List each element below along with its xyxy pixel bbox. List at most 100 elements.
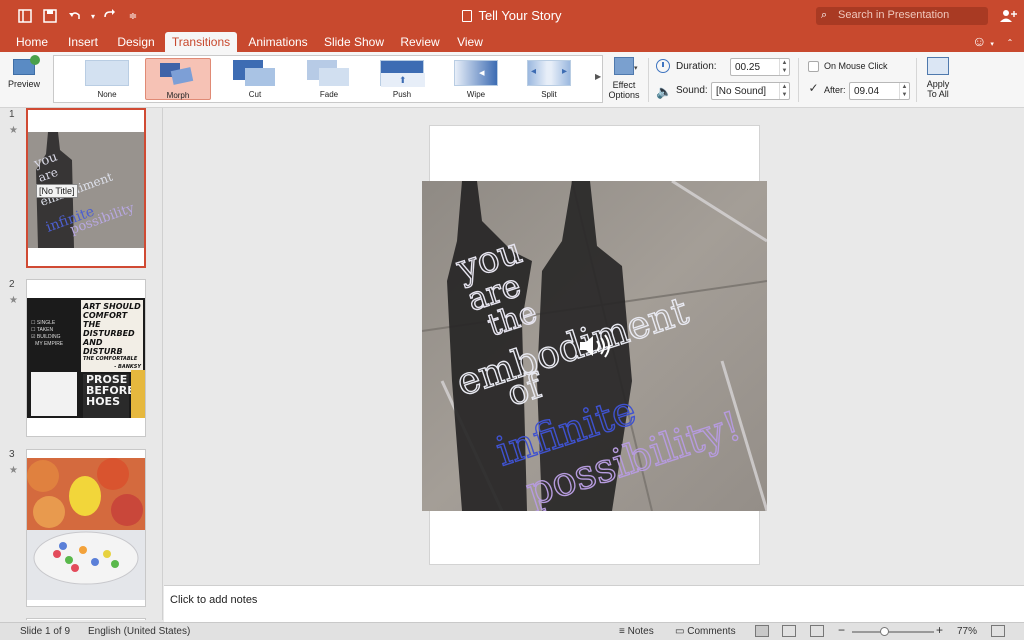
zoom-slider-handle[interactable] xyxy=(879,627,889,636)
slide-2-text: AND DISTURB xyxy=(83,338,123,356)
preview-button[interactable]: Preview xyxy=(6,55,42,103)
ribbon-divider xyxy=(648,58,649,102)
smiley-feedback-icon[interactable]: ☺ ▾ xyxy=(968,32,998,52)
after-stepper[interactable]: ▲ ▼ xyxy=(899,83,909,99)
slide-number: 2 xyxy=(9,279,15,290)
sound-icon: 🔈 xyxy=(656,84,673,99)
title-bar: ▾ ≑ Tell Your Story ⌕ Search in Presenta… xyxy=(0,0,1024,32)
duration-stepper[interactable]: ▲ ▼ xyxy=(779,59,789,75)
cut-transition-icon xyxy=(233,60,277,86)
duration-input[interactable]: 00.25 ▲ ▼ xyxy=(730,58,790,76)
none-transition-icon xyxy=(85,60,129,86)
slide-2-text: SINGLE xyxy=(36,320,56,326)
tab-transitions[interactable]: Transitions xyxy=(165,32,237,52)
slide-2-text: HOES xyxy=(86,395,120,408)
transition-wipe[interactable]: ◂ Wipe xyxy=(443,58,509,100)
customize-icon[interactable]: ≑ xyxy=(124,7,142,25)
tab-design[interactable]: Design xyxy=(112,32,160,52)
slide-number: 3 xyxy=(9,449,15,460)
slide-2-text: BUILDING xyxy=(36,334,61,340)
duration-label: Duration: xyxy=(676,61,717,72)
zoom-level[interactable]: 77% xyxy=(957,626,977,637)
zoom-slider[interactable] xyxy=(852,631,934,633)
after-input[interactable]: 09.04 ▲ ▼ xyxy=(849,82,910,100)
comments-icon: ▭ xyxy=(675,626,685,637)
effect-options-icon xyxy=(614,57,634,75)
slide-editor[interactable]: you are the embodiment of infinite possi… xyxy=(164,108,1024,585)
on-mouse-click-checkbox[interactable] xyxy=(808,61,819,72)
transition-gallery: None Morph Cut Fade ⬆ Push ◂ Wipe ◂ ▸ Sp… xyxy=(53,55,603,103)
notes-icon: ≡ xyxy=(619,626,625,637)
tab-animations[interactable]: Animations xyxy=(244,32,312,52)
notes-pane[interactable]: Click to add notes xyxy=(164,585,1024,622)
transition-star-icon: ★ xyxy=(9,295,18,306)
tab-slide-show[interactable]: Slide Show xyxy=(320,32,388,52)
transition-split[interactable]: ◂ ▸ Split xyxy=(516,58,582,100)
zoom-out-icon[interactable]: − xyxy=(838,623,845,637)
slide-thumbnails-panel[interactable]: 1 ★ you are embodiment infinite possibil… xyxy=(0,108,163,620)
slide-count: Slide 1 of 9 xyxy=(20,626,71,637)
transition-star-icon: ★ xyxy=(9,125,18,136)
slide-2-text: COMFORT THE xyxy=(83,311,128,329)
slide-thumbnail-4[interactable] xyxy=(26,618,146,620)
slide-2-text: DISTURBED xyxy=(83,329,135,338)
clock-icon xyxy=(656,59,670,73)
preview-icon xyxy=(13,55,40,75)
on-mouse-click-label: On Mouse Click xyxy=(824,61,888,71)
slide-2-text: TAKEN xyxy=(36,327,54,333)
sound-dropdown-icon[interactable]: ▲ ▼ xyxy=(779,83,789,99)
tab-review[interactable]: Review xyxy=(396,32,444,52)
sound-label: Sound: xyxy=(676,85,708,96)
tab-view[interactable]: View xyxy=(452,32,488,52)
slide-photo[interactable]: you are the embodiment of infinite possi… xyxy=(422,181,767,511)
slide-thumbnail-2[interactable]: ART SHOULD COMFORT THE DISTURBED AND DIS… xyxy=(26,279,146,437)
ribbon-divider xyxy=(798,58,799,102)
collapse-ribbon-icon[interactable]: ⌃ xyxy=(1002,32,1018,52)
after-label: After: xyxy=(824,85,846,95)
slide-thumbnail-3[interactable] xyxy=(26,449,146,607)
undo-icon[interactable] xyxy=(66,7,84,25)
transition-morph[interactable]: Morph xyxy=(145,58,211,100)
save-icon[interactable] xyxy=(41,7,59,25)
status-bar: Slide 1 of 9 English (United States) ≡ N… xyxy=(0,622,1024,640)
search-icon: ⌕ xyxy=(821,9,828,21)
fit-to-window-icon[interactable] xyxy=(991,625,1005,637)
sidebar-toggle-icon[interactable] xyxy=(16,7,34,25)
transition-none[interactable]: None xyxy=(74,58,140,100)
notes-placeholder: Click to add notes xyxy=(170,594,258,606)
language-indicator[interactable]: English (United States) xyxy=(88,626,190,637)
slide-number: 4 xyxy=(9,619,15,620)
tab-home[interactable]: Home xyxy=(10,32,54,52)
add-person-icon[interactable] xyxy=(998,7,1018,25)
redo-icon[interactable] xyxy=(100,7,118,25)
transition-fade[interactable]: Fade xyxy=(296,58,362,100)
sound-select[interactable]: [No Sound] ▲ ▼ xyxy=(711,82,790,100)
reading-view-icon[interactable] xyxy=(810,625,824,637)
speaker-icon[interactable] xyxy=(578,333,612,359)
push-transition-icon: ⬆ xyxy=(380,60,425,87)
zoom-in-icon[interactable]: + xyxy=(936,623,943,637)
transition-star-icon: ★ xyxy=(9,465,18,476)
notes-button[interactable]: ≡ Notes xyxy=(619,626,654,637)
slide-3-photo xyxy=(27,458,145,600)
normal-view-icon[interactable] xyxy=(755,625,769,637)
apply-to-all-icon xyxy=(927,57,949,75)
effect-options-dropdown-icon[interactable]: ▾ xyxy=(634,64,638,72)
gallery-scroll-right-icon[interactable]: ▶ xyxy=(595,72,601,81)
slide-2-text: ART SHOULD xyxy=(83,302,141,311)
ribbon-tabs: Home Insert Design Transitions Animation… xyxy=(0,32,1024,52)
tab-insert[interactable]: Insert xyxy=(60,32,106,52)
ribbon-divider xyxy=(916,58,917,102)
apply-to-all-button[interactable]: Apply To All xyxy=(922,57,954,105)
split-transition-icon: ◂ ▸ xyxy=(527,60,571,86)
slide-sorter-icon[interactable] xyxy=(782,625,796,637)
transition-push[interactable]: ⬆ Push xyxy=(369,58,435,100)
slide-2-text: MY EMPIRE xyxy=(35,341,64,347)
after-checkbox[interactable]: ✓ xyxy=(808,82,819,95)
effect-options-button[interactable]: Effect Options xyxy=(604,57,644,105)
slide-number: 1 xyxy=(9,109,15,120)
comments-button[interactable]: ▭ Comments xyxy=(675,626,736,637)
slide-2-text: THE COMFORTABLE xyxy=(83,356,138,362)
transition-cut[interactable]: Cut xyxy=(222,58,288,100)
search-input[interactable]: ⌕ Search in Presentation xyxy=(816,7,988,25)
